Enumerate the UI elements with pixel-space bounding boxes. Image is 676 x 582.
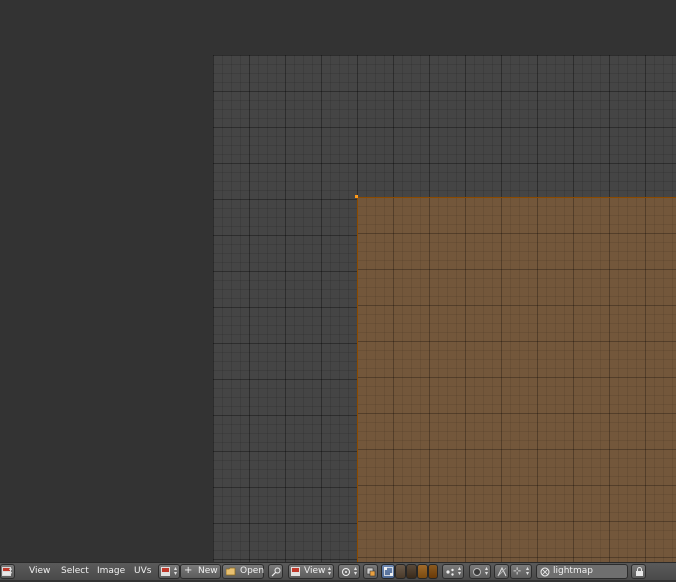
proportional-edit-selector[interactable]: ▴ ▾ [469, 564, 491, 579]
folder-icon [225, 567, 236, 576]
sync-icon [366, 567, 376, 577]
lock-toggle[interactable] [631, 564, 646, 579]
uv-map-name: lightmap [553, 566, 593, 576]
chevron-updown-icon: ▴ ▾ [353, 565, 357, 577]
view-mode-selector[interactable]: View ▴ ▾ [288, 564, 334, 579]
snap-icon [497, 566, 507, 577]
select-mode-edge-button[interactable] [395, 564, 406, 579]
proportional-edit-icon [472, 567, 481, 576]
chevron-updown-icon: ▴ ▾ [8, 565, 12, 577]
menu-uvs[interactable]: UVs [134, 564, 151, 579]
select-mode-island-button[interactable] [417, 564, 428, 579]
uv-face[interactable] [357, 197, 676, 562]
chevron-updown-icon: ▴ ▾ [327, 565, 331, 577]
select-mode-extra-button[interactable] [428, 564, 438, 579]
chevron-updown-icon: ▴ ▾ [525, 565, 529, 577]
select-mode-vertex-button[interactable] [381, 564, 395, 579]
snap-element-selector[interactable]: ⊹ ▴ ▾ [510, 564, 532, 579]
new-image-button[interactable]: + New [180, 564, 221, 579]
sticky-selection-selector[interactable]: ▴ ▾ [442, 564, 464, 579]
editor-type-selector[interactable]: ▴ ▾ [0, 564, 15, 579]
plus-icon: + [184, 565, 193, 576]
snap-element-icon: ⊹ [513, 566, 522, 577]
image-editor-header: ▴ ▾ View Select Image UVs ▴ ▾ + New Open V… [0, 562, 676, 580]
uv-sync-selection-toggle[interactable] [363, 564, 378, 579]
uv-map-icon [540, 567, 550, 577]
menu-image[interactable]: Image [97, 564, 125, 579]
uv-image-editor-viewport[interactable] [0, 0, 676, 562]
image-icon [291, 567, 300, 576]
pivot-icon [341, 567, 350, 576]
chevron-updown-icon: ▴ ▾ [457, 565, 461, 577]
new-image-label: New [198, 566, 218, 576]
pin-icon [271, 567, 281, 577]
sticky-icon [445, 567, 454, 576]
uv-vertex[interactable] [355, 195, 358, 198]
open-image-label: Open [240, 566, 265, 576]
menu-select[interactable]: Select [61, 564, 89, 579]
pivot-point-selector[interactable]: ▴ ▾ [338, 564, 360, 579]
snap-toggle[interactable] [494, 564, 509, 579]
chevron-updown-icon: ▴ ▾ [173, 565, 177, 577]
uv-map-field[interactable]: lightmap [536, 564, 628, 579]
open-image-button[interactable]: Open [222, 564, 264, 579]
select-mode-face-button[interactable] [406, 564, 417, 579]
select-mode-icon [384, 567, 393, 576]
pin-image-button[interactable] [268, 564, 283, 579]
view-mode-label: View [304, 566, 326, 576]
image-icon [161, 567, 170, 576]
chevron-updown-icon: ▴ ▾ [484, 565, 488, 577]
image-browse-button[interactable]: ▴ ▾ [158, 564, 180, 579]
menu-view[interactable]: View [29, 564, 50, 579]
lock-icon [635, 567, 644, 576]
